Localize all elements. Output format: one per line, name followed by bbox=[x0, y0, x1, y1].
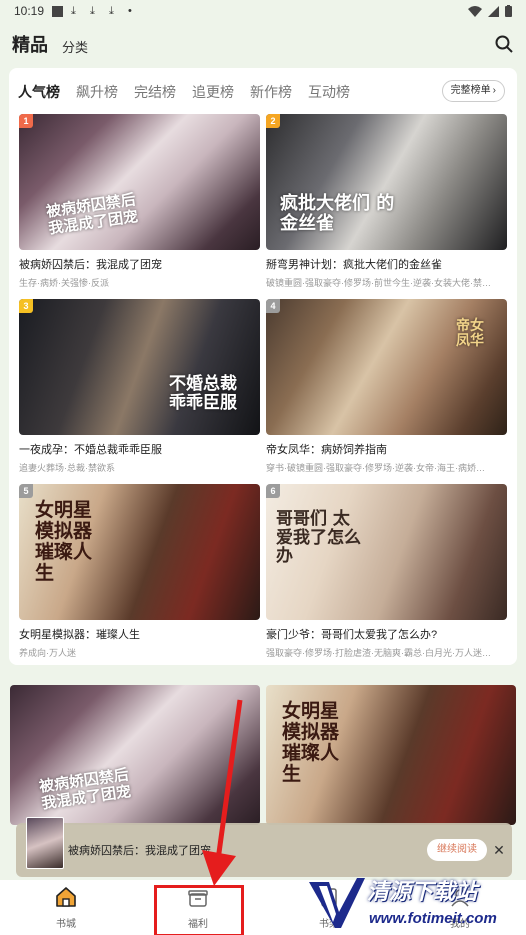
cover-title-art: 帝女凤华 bbox=[456, 318, 484, 350]
book-title: 豪门少爷：哥哥们太爱我了怎么办? bbox=[266, 629, 438, 641]
book-title: 被病娇囚禁后：我混成了团宠 bbox=[19, 259, 162, 271]
status-bar: 10:19 ⤓ ⤓ ⤓ • bbox=[0, 0, 526, 22]
annotation-highlight-box bbox=[154, 885, 244, 935]
logo-swoosh-icon bbox=[309, 878, 365, 928]
signal-icon bbox=[488, 5, 499, 17]
cover-title-art: 女明星模拟器 璀璨人生 bbox=[35, 499, 93, 584]
nav-label: 书城 bbox=[56, 919, 76, 930]
tab-completed[interactable]: 完结榜 bbox=[134, 82, 176, 102]
book-cover[interactable]: 2 疯批大佬们 的金丝雀 bbox=[266, 114, 507, 250]
rank-badge: 2 bbox=[266, 114, 280, 128]
book-tags: 穿书·破镜重圆·强取豪夺·修罗场·逆袭·女帝·海王·病娇… bbox=[266, 463, 485, 473]
book-tags: 生存·病娇·关强惨·反派 bbox=[19, 278, 109, 288]
notification-square-icon bbox=[52, 5, 64, 17]
cover-title-art: 疯批大佬们 的金丝雀 bbox=[280, 193, 395, 234]
page-header: 精品 分类 bbox=[0, 26, 526, 62]
book-cover[interactable]: 3 不婚总裁 乖乖臣服 bbox=[19, 299, 260, 435]
ranking-tabs: 人气榜 飙升榜 完结榜 追更榜 新作榜 互动榜 bbox=[18, 82, 350, 102]
cover-title-art: 被病娇囚禁后 我混成了团宠 bbox=[38, 765, 133, 812]
book-tags: 养成向·万人迷 bbox=[19, 648, 76, 658]
download-icon: ⤓ bbox=[71, 4, 76, 17]
search-icon[interactable] bbox=[494, 34, 514, 54]
home-icon bbox=[56, 887, 76, 907]
book-title: 一夜成孕：不婚总裁乖乖臣服 bbox=[19, 444, 162, 456]
page-title[interactable]: 精品 bbox=[12, 31, 48, 57]
book-item-3[interactable]: 3 不婚总裁 乖乖臣服 一夜成孕：不婚总裁乖乖臣服 追妻火葬场·总裁·禁欲系 bbox=[19, 299, 260, 474]
recommend-cover-2[interactable]: 女明星模拟器 璀璨人生 bbox=[266, 685, 516, 825]
download-icon: ⤓ bbox=[90, 4, 95, 17]
watermark-url: www.fotimeit.com bbox=[369, 910, 497, 927]
book-item-1[interactable]: 1 被病娇囚禁后 我混成了团宠 被病娇囚禁后：我混成了团宠 生存·病娇·关强惨·… bbox=[19, 114, 260, 289]
tab-popular[interactable]: 人气榜 bbox=[18, 82, 60, 102]
dot-icon: • bbox=[128, 4, 132, 17]
book-cover[interactable]: 5 女明星模拟器 璀璨人生 bbox=[19, 484, 260, 620]
book-cover[interactable]: 1 被病娇囚禁后 我混成了团宠 bbox=[19, 114, 260, 250]
full-ranking-label: 完整榜单 bbox=[450, 85, 491, 96]
nav-bookstore[interactable]: 书城 bbox=[36, 886, 96, 930]
book-title: 帝女凤华：病娇饲养指南 bbox=[266, 444, 387, 456]
cover-title-art: 女明星模拟器 璀璨人生 bbox=[282, 700, 340, 785]
cover-title-art: 被病娇囚禁后 我混成了团宠 bbox=[45, 190, 140, 237]
chevron-right-icon: › bbox=[492, 85, 496, 96]
status-time: 10:19 bbox=[14, 4, 45, 18]
book-item-2[interactable]: 2 疯批大佬们 的金丝雀 掰弯男神计划：疯批大佬们的金丝雀 破镜重圆·强取豪夺·… bbox=[266, 114, 507, 289]
watermark-title: 清源下载站 bbox=[367, 880, 478, 905]
close-icon[interactable]: ✕ bbox=[489, 840, 509, 860]
rank-badge: 4 bbox=[266, 299, 280, 313]
continue-reading-button[interactable]: 继续阅读 bbox=[427, 839, 487, 861]
rank-badge: 6 bbox=[266, 484, 280, 498]
category-tab[interactable]: 分类 bbox=[62, 37, 88, 56]
book-item-4[interactable]: 4 帝女凤华 帝女凤华：病娇饲养指南 穿书·破镜重圆·强取豪夺·修罗场·逆袭·女… bbox=[266, 299, 507, 474]
tab-interactive[interactable]: 互动榜 bbox=[308, 82, 350, 102]
full-ranking-button[interactable]: 完整榜单 › bbox=[441, 80, 505, 102]
tab-rising[interactable]: 飙升榜 bbox=[76, 82, 118, 102]
book-item-5[interactable]: 5 女明星模拟器 璀璨人生 女明星模拟器：璀璨人生 养成向·万人迷 bbox=[19, 484, 260, 659]
rank-badge: 3 bbox=[19, 299, 33, 313]
cover-title-art: 哥哥们 太爱我了怎么办 bbox=[276, 509, 361, 567]
book-cover[interactable]: 4 帝女凤华 bbox=[266, 299, 507, 435]
book-cover[interactable]: 6 哥哥们 太爱我了怎么办 bbox=[266, 484, 507, 620]
book-title: 掰弯男神计划：疯批大佬们的金丝雀 bbox=[266, 259, 442, 271]
wifi-icon bbox=[468, 5, 482, 17]
recent-book-thumbnail bbox=[26, 817, 64, 869]
book-tags: 破镜重圆·强取豪夺·修罗场·前世今生·逆袭·女装大佬·禁… bbox=[266, 278, 491, 288]
book-title: 女明星模拟器：璀璨人生 bbox=[19, 629, 140, 641]
book-tags: 追妻火葬场·总裁·禁欲系 bbox=[19, 463, 115, 473]
download-icon: ⤓ bbox=[109, 4, 114, 17]
book-item-6[interactable]: 6 哥哥们 太爱我了怎么办 豪门少爷：哥哥们太爱我了怎么办? 强取豪夺·修罗场·… bbox=[266, 484, 507, 659]
tab-new[interactable]: 新作榜 bbox=[250, 82, 292, 102]
ranking-card: 人气榜 飙升榜 完结榜 追更榜 新作榜 互动榜 完整榜单 › 1 被病娇囚禁后 … bbox=[9, 68, 517, 665]
rank-badge: 1 bbox=[19, 114, 33, 128]
battery-icon bbox=[505, 5, 512, 17]
watermark-logo: 清源下载站 www.fotimeit.com bbox=[305, 868, 520, 935]
book-tags: 强取豪夺·修罗场·打脸虐渣·无脑爽·霸总·白月光·万人迷… bbox=[266, 648, 491, 658]
rank-badge: 5 bbox=[19, 484, 33, 498]
tab-following[interactable]: 追更榜 bbox=[192, 82, 234, 102]
annotation-arrow bbox=[202, 699, 243, 886]
cover-title-art: 不婚总裁 乖乖臣服 bbox=[169, 374, 237, 413]
